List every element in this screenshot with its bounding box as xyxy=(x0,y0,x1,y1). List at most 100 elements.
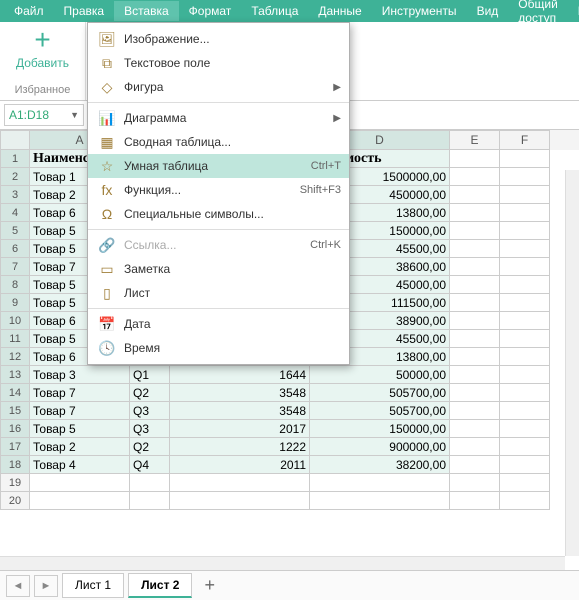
cell[interactable]: 150000,00 xyxy=(310,420,450,438)
cell[interactable] xyxy=(30,492,130,510)
add-button[interactable]: + xyxy=(0,30,85,50)
cell[interactable] xyxy=(500,384,550,402)
cell[interactable] xyxy=(500,276,550,294)
cell[interactable] xyxy=(450,168,500,186)
menu-Инструменты[interactable]: Инструменты xyxy=(372,1,467,21)
menu-item--[interactable]: ☆Умная таблицаCtrl+T xyxy=(88,154,349,178)
cell[interactable]: Q4 xyxy=(130,456,170,474)
cell[interactable] xyxy=(310,474,450,492)
cell[interactable] xyxy=(310,492,450,510)
menu-item--[interactable]: 🖼Изображение... xyxy=(88,27,349,51)
row-header[interactable]: 19 xyxy=(0,474,30,492)
cell[interactable] xyxy=(450,420,500,438)
cell[interactable]: 900000,00 xyxy=(310,438,450,456)
row-header[interactable]: 16 xyxy=(0,420,30,438)
cell[interactable]: Товар 5 xyxy=(30,420,130,438)
cell[interactable] xyxy=(500,240,550,258)
cell[interactable] xyxy=(450,186,500,204)
menu-item--[interactable]: ▭Заметка xyxy=(88,257,349,281)
menu-Данные[interactable]: Данные xyxy=(308,1,371,21)
row-header[interactable]: 2 xyxy=(0,168,30,186)
cell[interactable] xyxy=(500,312,550,330)
cell[interactable]: Товар 4 xyxy=(30,456,130,474)
row-header[interactable]: 1 xyxy=(0,150,30,168)
next-sheet-button[interactable]: ► xyxy=(34,575,58,597)
cell[interactable] xyxy=(450,348,500,366)
cell[interactable] xyxy=(450,402,500,420)
column-header-E[interactable]: E xyxy=(450,130,500,150)
cell[interactable] xyxy=(500,186,550,204)
cell[interactable] xyxy=(130,474,170,492)
cell[interactable] xyxy=(170,474,310,492)
cell[interactable] xyxy=(500,492,550,510)
cell[interactable]: 2017 xyxy=(170,420,310,438)
cell[interactable]: Q2 xyxy=(130,438,170,456)
cell[interactable]: Товар 7 xyxy=(30,384,130,402)
cell[interactable] xyxy=(500,204,550,222)
menu-Вид[interactable]: Вид xyxy=(467,1,509,21)
cell[interactable] xyxy=(30,474,130,492)
cell[interactable] xyxy=(500,330,550,348)
vertical-scrollbar[interactable] xyxy=(565,170,579,556)
row-header[interactable]: 4 xyxy=(0,204,30,222)
cell[interactable]: 3548 xyxy=(170,402,310,420)
row-header[interactable]: 10 xyxy=(0,312,30,330)
menu-item--[interactable]: fxФункция...Shift+F3 xyxy=(88,178,349,202)
cell[interactable] xyxy=(450,204,500,222)
cell[interactable] xyxy=(450,240,500,258)
horizontal-scrollbar[interactable] xyxy=(0,556,565,570)
menu-item--[interactable]: ΩСпециальные символы... xyxy=(88,202,349,226)
menu-item--[interactable]: 📅Дата xyxy=(88,312,349,336)
cell[interactable]: 1644 xyxy=(170,366,310,384)
cell[interactable] xyxy=(500,348,550,366)
cell[interactable]: Товар 7 xyxy=(30,402,130,420)
row-header[interactable]: 9 xyxy=(0,294,30,312)
row-header[interactable]: 18 xyxy=(0,456,30,474)
menu-Формат[interactable]: Формат xyxy=(179,1,242,21)
menu-Надстрой[interactable]: Надстрой xyxy=(568,1,579,21)
menu-Файл[interactable]: Файл xyxy=(4,1,54,21)
row-header[interactable]: 11 xyxy=(0,330,30,348)
cell[interactable] xyxy=(500,294,550,312)
menu-item--[interactable]: 🕓Время xyxy=(88,336,349,360)
menu-item--[interactable]: ▯Лист xyxy=(88,281,349,305)
cell[interactable] xyxy=(450,438,500,456)
cell[interactable]: 50000,00 xyxy=(310,366,450,384)
cell[interactable]: Товар 2 xyxy=(30,438,130,456)
row-header[interactable]: 8 xyxy=(0,276,30,294)
cell[interactable]: Q2 xyxy=(130,384,170,402)
cell[interactable] xyxy=(500,402,550,420)
cell[interactable] xyxy=(450,276,500,294)
row-header[interactable]: 15 xyxy=(0,402,30,420)
add-sheet-button[interactable]: + xyxy=(196,575,223,596)
cell[interactable]: Q3 xyxy=(130,420,170,438)
cell[interactable]: 505700,00 xyxy=(310,402,450,420)
row-header[interactable]: 20 xyxy=(0,492,30,510)
cell[interactable] xyxy=(450,312,500,330)
row-header[interactable]: 13 xyxy=(0,366,30,384)
sheet-tab[interactable]: Лист 2 xyxy=(128,573,192,598)
cell[interactable] xyxy=(500,456,550,474)
row-header[interactable]: 17 xyxy=(0,438,30,456)
menu-Таблица[interactable]: Таблица xyxy=(241,1,308,21)
cell[interactable] xyxy=(450,330,500,348)
row-header[interactable]: 12 xyxy=(0,348,30,366)
cell[interactable]: 38200,00 xyxy=(310,456,450,474)
cell[interactable] xyxy=(450,222,500,240)
cell[interactable] xyxy=(500,420,550,438)
cell[interactable]: 3548 xyxy=(170,384,310,402)
name-box[interactable]: A1:D18 ▼ xyxy=(4,104,84,126)
cell[interactable] xyxy=(500,150,550,168)
column-header-F[interactable]: F xyxy=(500,130,550,150)
cell[interactable] xyxy=(450,150,500,168)
cell[interactable]: Товар 3 xyxy=(30,366,130,384)
cell[interactable] xyxy=(450,294,500,312)
sheet-tab[interactable]: Лист 1 xyxy=(62,573,124,598)
cell[interactable] xyxy=(500,474,550,492)
menu-Вставка[interactable]: Вставка xyxy=(114,1,179,21)
menu-item--[interactable]: 📊Диаграмма▶ xyxy=(88,106,349,130)
cell[interactable]: Q1 xyxy=(130,366,170,384)
cell[interactable] xyxy=(500,258,550,276)
menu-item--[interactable]: ⧉Текстовое поле xyxy=(88,51,349,75)
cell[interactable] xyxy=(500,168,550,186)
